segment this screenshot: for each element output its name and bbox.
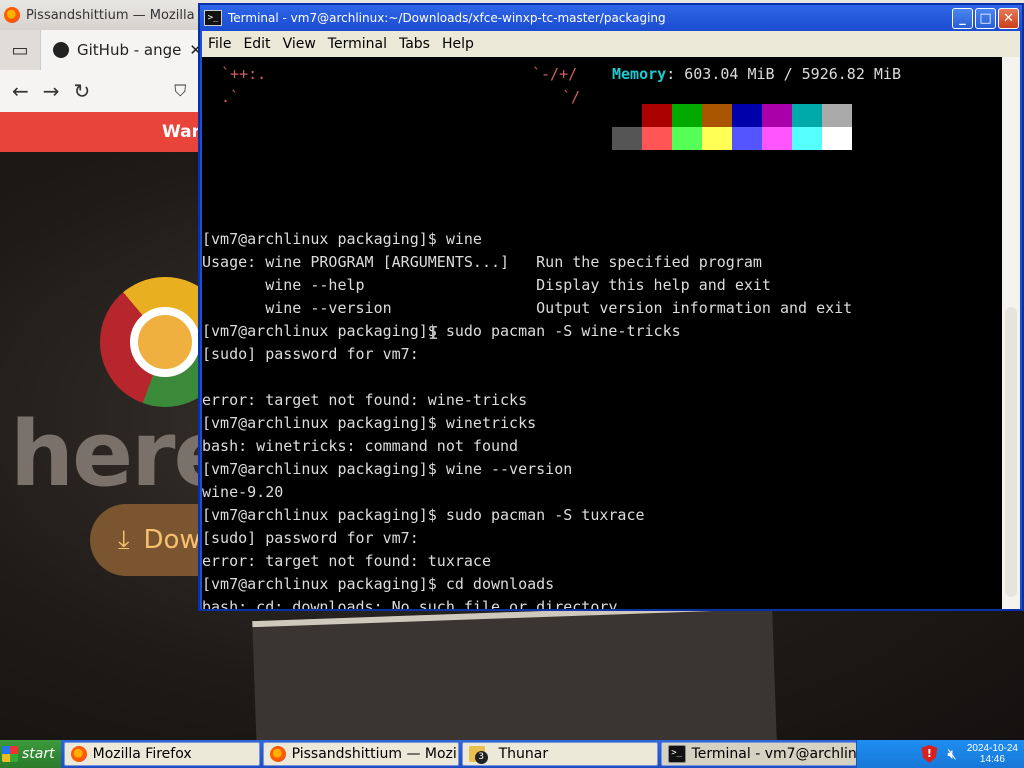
palette-swatch — [642, 127, 672, 150]
task-thunar[interactable]: 3 Thunar — [461, 742, 658, 766]
palette-swatch — [792, 104, 822, 127]
windows-flag-icon — [2, 746, 18, 762]
close-button[interactable]: ✕ — [998, 7, 1019, 29]
security-shield-icon[interactable]: ! — [921, 745, 938, 763]
neofetch-ascii-row1-right: `-/+/ — [532, 65, 578, 83]
terminal-titlebar[interactable]: >_ Terminal - vm7@archlinux:~/Downloads/… — [200, 5, 1022, 31]
terminal-line: Usage: wine PROGRAM [ARGUMENTS...] Run t… — [202, 253, 762, 271]
palette-swatch — [612, 127, 642, 150]
clock-date: 2024-10-24 — [966, 743, 1018, 754]
tab-github-label: GitHub - ange — [77, 41, 182, 59]
neofetch-ascii-row2-right: `/ — [562, 88, 581, 106]
menu-terminal[interactable]: Terminal — [322, 36, 393, 52]
clock-time: 14:46 — [979, 754, 1005, 765]
menu-view[interactable]: View — [277, 36, 322, 52]
terminal-line: [vm7@archlinux packaging]$ cd downloads — [202, 575, 555, 593]
tab-overview-icon[interactable]: ▭ — [0, 30, 40, 70]
minimize-button[interactable]: _ — [952, 7, 973, 29]
task-firefox-window[interactable]: Pissandshittium — Mozi... — [262, 742, 459, 766]
volume-muted-icon[interactable]: 🔇︎ — [947, 745, 956, 763]
palette-swatch — [762, 104, 792, 127]
system-tray: ! 🔇︎ 2024-10-24 14:46 — [856, 740, 1024, 768]
terminal-line: [sudo] password for vm7: — [202, 345, 419, 363]
color-palette — [612, 104, 852, 150]
terminal-line: wine --help Display this help and exit — [202, 276, 771, 294]
start-button[interactable]: start — [0, 740, 61, 768]
folder-icon: 3 — [468, 746, 488, 764]
palette-swatch — [642, 104, 672, 127]
terminal-icon: >_ — [667, 745, 686, 763]
task-count-badge: 3 — [474, 751, 488, 764]
menu-help[interactable]: Help — [436, 36, 480, 52]
palette-swatch — [822, 104, 852, 127]
terminal-icon: >_ — [204, 10, 222, 26]
neofetch-ascii-row1-left: `++:. — [212, 65, 267, 83]
github-icon — [53, 42, 69, 58]
terminal-line: bash: cd: downloads: No such file or dir… — [202, 598, 618, 609]
download-icon: ⤓ — [118, 524, 130, 555]
terminal-line: error: target not found: wine-tricks — [202, 391, 528, 409]
firefox-icon — [4, 7, 20, 23]
palette-swatch — [822, 127, 852, 150]
terminal-line: [vm7@archlinux packaging]$ wine --versio… — [202, 460, 573, 478]
terminal-line: bash: winetricks: command not found — [202, 437, 519, 455]
palette-swatch — [612, 104, 642, 127]
neofetch-ascii-row2-left: .` — [212, 88, 240, 106]
start-label: start — [22, 746, 55, 762]
palette-swatch — [702, 127, 732, 150]
terminal-line: [vm7@archlinux packaging]$ sudo pacman -… — [202, 506, 645, 524]
text-cursor-icon: I — [428, 323, 439, 344]
terminal-line: error: target not found: tuxrace — [202, 552, 491, 570]
clock[interactable]: 2024-10-24 14:46 — [967, 743, 1018, 765]
background-image — [252, 602, 778, 740]
memory-value: : 603.04 MiB / 5926.82 MiB — [666, 65, 901, 83]
firefox-icon — [269, 746, 286, 762]
task-label: Terminal - vm7@archlin... — [691, 746, 857, 762]
terminal-line: [vm7@archlinux packaging]$ winetricks — [202, 414, 537, 432]
task-terminal[interactable]: >_ Terminal - vm7@archlin... — [660, 742, 857, 766]
palette-swatch — [672, 104, 702, 127]
terminal-line: [vm7@archlinux packaging]$ sudo pacman -… — [202, 322, 681, 340]
menu-file[interactable]: File — [202, 36, 237, 52]
palette-swatch — [732, 104, 762, 127]
maximize-button[interactable]: □ — [975, 7, 996, 29]
forward-icon[interactable]: → — [43, 79, 60, 103]
palette-swatch — [702, 104, 732, 127]
reload-icon[interactable]: ↻ — [74, 79, 91, 103]
terminal-window-title: Terminal - vm7@archlinux:~/Downloads/xfc… — [228, 11, 666, 25]
memory-readout: Memory: 603.04 MiB / 5926.82 MiB — [612, 63, 901, 86]
back-icon[interactable]: ← — [12, 79, 29, 103]
palette-swatch — [762, 127, 792, 150]
menu-tabs[interactable]: Tabs — [393, 36, 436, 52]
shield-icon[interactable]: ⛉ — [174, 81, 186, 101]
scrollbar-thumb[interactable] — [1005, 307, 1017, 597]
menu-edit[interactable]: Edit — [237, 36, 276, 52]
palette-swatch — [792, 127, 822, 150]
task-firefox[interactable]: Mozilla Firefox — [63, 742, 260, 766]
palette-swatch — [732, 127, 762, 150]
firefox-icon — [70, 746, 87, 762]
terminal-line: [sudo] password for vm7: — [202, 529, 419, 547]
task-label: Thunar — [498, 746, 549, 762]
terminal-line: wine-9.20 — [202, 483, 284, 501]
task-label: Mozilla Firefox — [92, 746, 192, 762]
taskbar: start Mozilla Firefox Pissandshittium — … — [0, 740, 1024, 768]
terminal-menubar: File Edit View Terminal Tabs Help — [202, 31, 1020, 57]
terminal-line: [vm7@archlinux packaging]$ wine — [202, 230, 482, 248]
terminal-window: >_ Terminal - vm7@archlinux:~/Downloads/… — [198, 3, 1024, 611]
terminal-line: wine --version Output version informatio… — [202, 299, 853, 317]
terminal-scrollbar[interactable] — [1002, 57, 1020, 609]
memory-label: Memory — [612, 65, 667, 83]
terminal-output[interactable]: `++:. `-/+/ Memory: 603.04 MiB / 5926.82… — [202, 57, 1002, 609]
palette-swatch — [672, 127, 702, 150]
tab-github[interactable]: GitHub - ange ✕ — [40, 30, 214, 70]
task-label: Pissandshittium — Mozi... — [291, 746, 459, 762]
